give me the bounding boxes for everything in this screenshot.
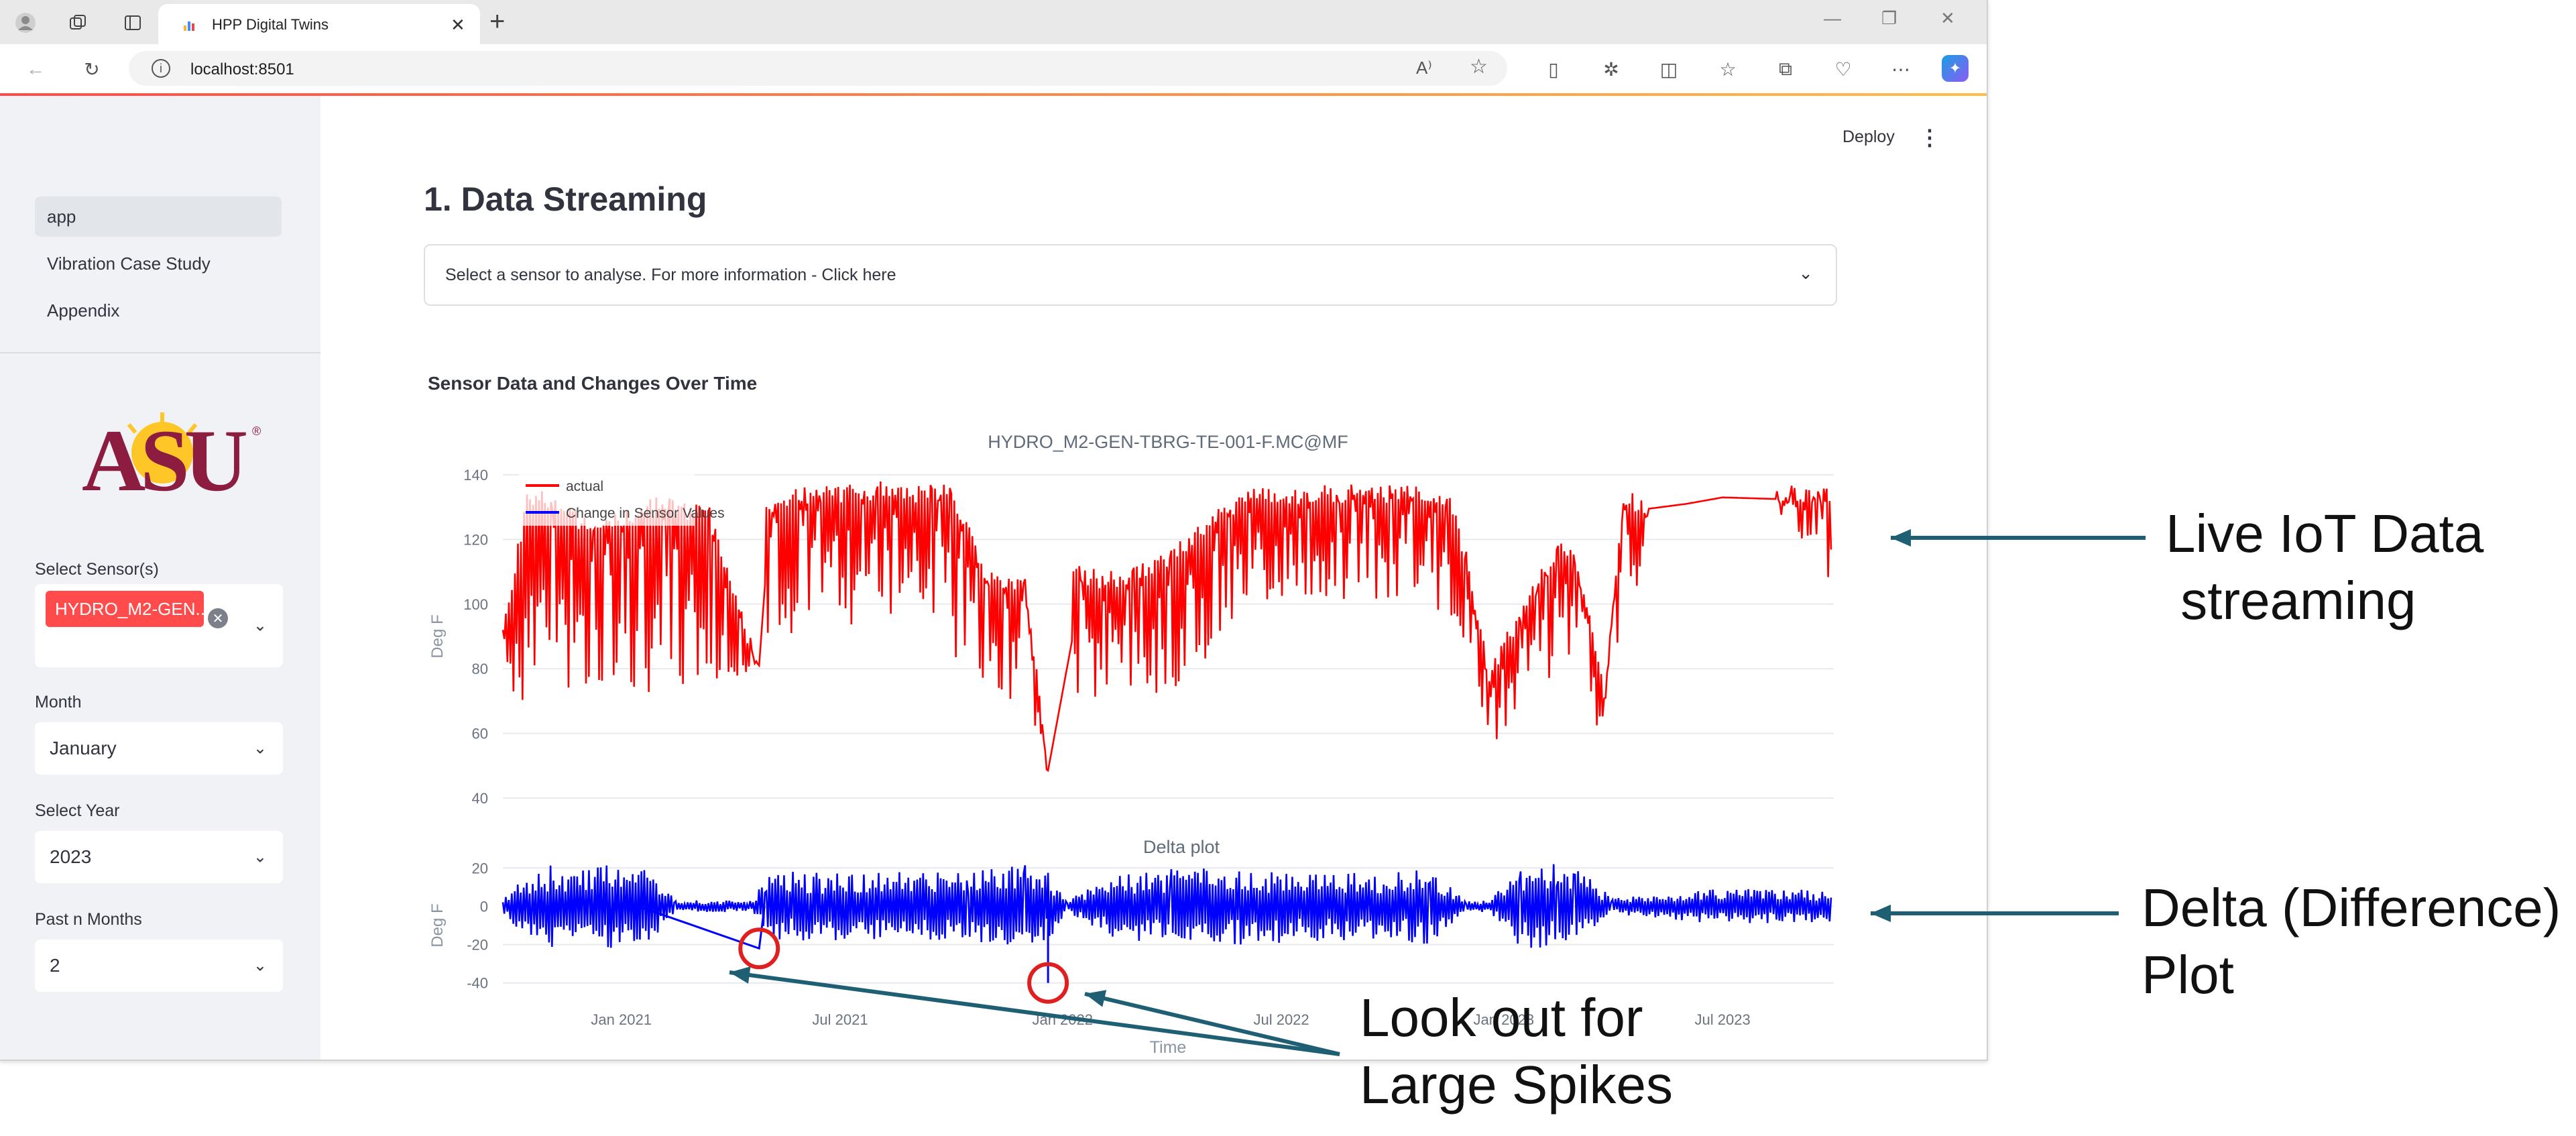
chevron-down-icon[interactable]: ⌄: [253, 616, 267, 636]
reading-view-icon[interactable]: ▯: [1541, 56, 1566, 82]
browser-window: HPP Digital Twins ✕ + — ❐ ✕ ← ↻ i localh…: [0, 0, 1988, 1061]
annotation-spikes-line1: Look out for: [1360, 988, 1643, 1047]
series-delta-line: [502, 864, 1832, 948]
collections-icon[interactable]: ⧉: [1773, 56, 1798, 82]
y-tick-label: 60: [472, 726, 488, 742]
chevron-down-icon: ⌄: [253, 739, 267, 758]
x-tick-label: Jul 2022: [1253, 1011, 1309, 1028]
favorites-icon[interactable]: ☆: [1715, 56, 1741, 82]
y-tick-label: 100: [463, 596, 488, 613]
chevron-down-icon: ⌄: [253, 848, 267, 866]
chart-title: HYDRO_M2-GEN-TBRG-TE-001-F.MC@MF: [988, 432, 1348, 452]
tab-strip: HPP Digital Twins ✕ + — ❐ ✕: [0, 0, 1987, 44]
site-info-icon[interactable]: i: [152, 59, 170, 78]
favorite-star-icon[interactable]: ☆: [1470, 55, 1488, 78]
nav-item-app[interactable]: app: [35, 196, 282, 237]
read-aloud-icon[interactable]: A⁾: [1416, 58, 1432, 78]
y-axis-label: Deg F: [428, 903, 447, 947]
sensor-plot[interactable]: HYDRO_M2-GEN-TBRG-TE-001-F.MC@MF 40 60 80 10…: [416, 416, 1864, 1060]
svg-text:®: ®: [252, 424, 261, 438]
extensions-icon[interactable]: ✲: [1598, 56, 1624, 82]
browser-essentials-icon[interactable]: ♡: [1830, 56, 1856, 82]
url-box[interactable]: i localhost:8501 A⁾ ☆: [129, 51, 1507, 86]
x-tick-label: Jul 2021: [812, 1011, 868, 1028]
month-select[interactable]: January ⌄: [35, 722, 283, 775]
sensor-info-expander[interactable]: Select a sensor to analyse. For more inf…: [424, 244, 1837, 306]
y-tick-label: 40: [472, 790, 488, 807]
x-axis-label: Time: [1150, 1038, 1187, 1057]
annotation-live-line1: Live IoT Data: [2166, 504, 2484, 563]
chevron-down-icon: ⌄: [1798, 263, 1813, 283]
sensor-multiselect[interactable]: HYDRO_M2-GEN... ✕ ⌄: [35, 584, 283, 667]
copilot-icon[interactable]: ✦: [1942, 55, 1969, 82]
profile-icon[interactable]: [12, 9, 39, 36]
streamlit-favicon-icon: [184, 21, 194, 31]
y-tick-label: -20: [467, 937, 488, 954]
nav-item-appendix[interactable]: Appendix: [35, 290, 282, 331]
y-tick-label: -40: [467, 975, 488, 992]
asu-logo: ASU ®: [82, 411, 261, 498]
past-months-value: 2: [50, 955, 60, 976]
y-tick-label: 80: [472, 661, 488, 677]
series-actual-line: [502, 481, 1832, 773]
chart-section-title: Sensor Data and Changes Over Time: [428, 373, 758, 394]
past-months-label: Past n Months: [35, 910, 142, 929]
sidebar: app Vibration Case Study Appendix ASU ® …: [0, 96, 320, 1060]
url-text: localhost:8501: [190, 60, 294, 78]
chart-title: Delta plot: [1143, 837, 1220, 857]
month-value: January: [50, 738, 117, 758]
past-months-select[interactable]: 2 ⌄: [35, 940, 283, 992]
y-tick-label: 120: [463, 531, 488, 548]
settings-more-icon[interactable]: ⋯: [1888, 56, 1914, 82]
x-tick-label: Jul 2023: [1695, 1011, 1751, 1028]
new-tab-button[interactable]: +: [489, 7, 505, 37]
annotation-spikes-line2: Large Spikes: [1360, 1055, 1673, 1115]
y-axis-label: Deg F: [428, 614, 447, 658]
main-menu-icon[interactable]: ⋮: [1919, 125, 1940, 150]
tab-actions-icon[interactable]: [119, 9, 146, 36]
back-icon[interactable]: ←: [23, 56, 48, 82]
deploy-button[interactable]: Deploy: [1842, 127, 1895, 147]
sidebar-divider: [0, 352, 320, 353]
year-select[interactable]: 2023 ⌄: [35, 831, 283, 883]
legend-label-delta: Change in Sensor Values: [566, 506, 725, 521]
x-tick-label: Jan 2022: [1032, 1011, 1093, 1028]
clear-selection-icon[interactable]: ✕: [208, 608, 228, 628]
chevron-down-icon: ⌄: [253, 956, 267, 975]
y-tick-label: 20: [472, 860, 488, 876]
legend-label-actual: actual: [566, 479, 603, 494]
split-screen-icon[interactable]: ◫: [1656, 56, 1682, 82]
reload-icon[interactable]: ↻: [79, 56, 105, 82]
y-tick-label: 140: [463, 467, 488, 484]
sensor-chip[interactable]: HYDRO_M2-GEN...: [46, 591, 204, 627]
year-label: Select Year: [35, 801, 120, 820]
workspaces-icon[interactable]: [64, 9, 91, 36]
tab-close-icon[interactable]: ✕: [451, 15, 465, 36]
annotation-delta-line2: Plot: [2142, 945, 2234, 1005]
asu-logo-text: ASU: [82, 411, 247, 498]
annotation-live-line2: streaming: [2166, 571, 2416, 630]
minimize-icon[interactable]: —: [1824, 8, 1841, 29]
tab-title: HPP Digital Twins: [212, 16, 329, 33]
year-value: 2023: [50, 846, 92, 867]
page-title: 1. Data Streaming: [424, 180, 707, 218]
y-tick-label: 0: [480, 898, 488, 915]
browser-tab-active[interactable]: HPP Digital Twins ✕: [158, 4, 480, 44]
x-tick-label: Jan 2021: [591, 1011, 652, 1028]
expander-label: Select a sensor to analyse. For more inf…: [445, 266, 896, 284]
window-close-icon[interactable]: ✕: [1940, 8, 1955, 29]
month-label: Month: [35, 693, 82, 712]
annotation-delta-line1: Delta (Difference): [2142, 878, 2561, 938]
sensor-label: Select Sensor(s): [35, 560, 159, 579]
address-bar: ← ↻ i localhost:8501 A⁾ ☆ ▯ ✲ ◫ ☆ ⧉ ♡ ⋯ …: [0, 44, 1987, 95]
nav-item-vibration-case-study[interactable]: Vibration Case Study: [35, 243, 282, 284]
restore-icon[interactable]: ❐: [1881, 8, 1897, 29]
